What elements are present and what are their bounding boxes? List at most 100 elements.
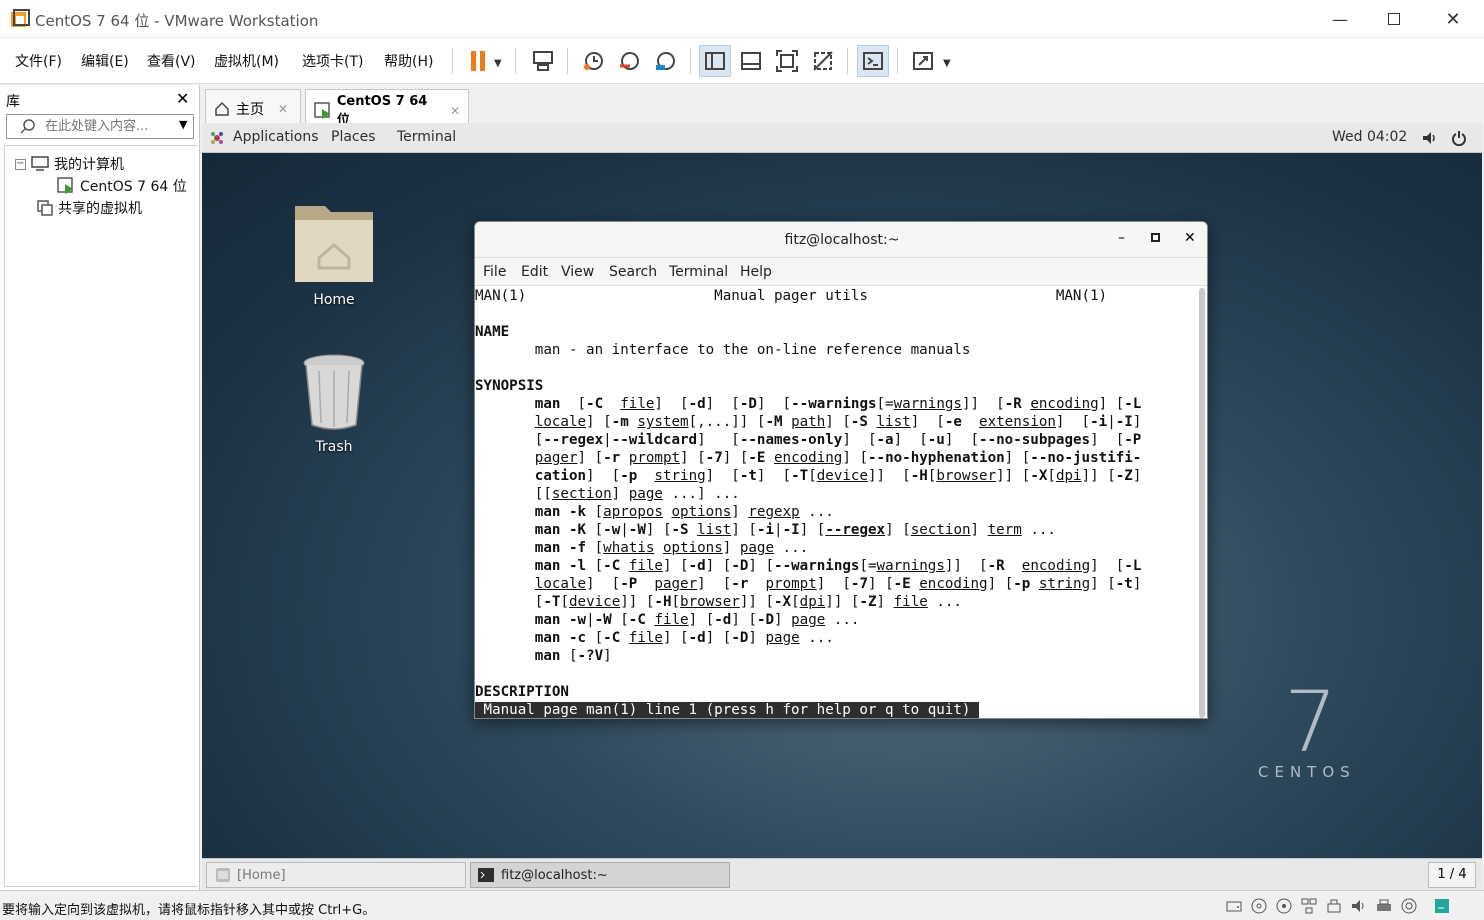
desktop-home-label: Home xyxy=(313,292,355,308)
terminal-window[interactable]: fitz@localhost:~ – ✕ File Edit View Sear… xyxy=(474,221,1208,719)
console-icon xyxy=(863,52,883,70)
search-dropdown-icon[interactable]: ▼ xyxy=(179,118,187,131)
message-log-icon[interactable] xyxy=(1434,898,1450,914)
taskbar-item-terminal[interactable]: fitz@localhost:~ xyxy=(470,862,730,888)
gnome-places-menu[interactable]: Places xyxy=(331,129,376,145)
tab-close-icon[interactable]: ✕ xyxy=(450,104,460,118)
terminal-menu-bar: File Edit View Search Terminal Help xyxy=(475,258,1207,286)
snapshot-manager-icon xyxy=(656,52,675,70)
show-library-button[interactable] xyxy=(699,45,731,77)
snapshot-manager-button[interactable] xyxy=(649,45,681,77)
menu-vm[interactable]: 虚拟机(M) xyxy=(214,51,279,71)
gnome-terminal-menu[interactable]: Terminal xyxy=(397,129,456,145)
tree-label-shared-vms: 共享的虚拟机 xyxy=(58,201,142,217)
library-search-input[interactable] xyxy=(45,117,173,136)
workspace-switcher[interactable]: 1 / 4 xyxy=(1428,862,1476,888)
cd-rom-icon[interactable] xyxy=(1251,898,1267,914)
desktop-home-icon[interactable]: Home xyxy=(284,198,384,308)
library-search-box[interactable]: ▼ xyxy=(6,114,194,139)
gnome-clock[interactable]: Wed 04:02 xyxy=(1332,129,1407,145)
tree-item-shared-vms[interactable]: 共享的虚拟机 xyxy=(37,198,142,218)
tree-item-my-computer[interactable]: − 我的计算机 xyxy=(15,154,124,174)
menu-help[interactable]: 帮助(H) xyxy=(384,51,433,71)
library-close-icon[interactable]: ✕ xyxy=(176,89,189,108)
stretch-guest-button[interactable] xyxy=(907,45,939,77)
snapshot-button[interactable] xyxy=(577,45,609,77)
menu-view[interactable]: 查看(V) xyxy=(147,51,196,71)
search-icon xyxy=(20,119,35,134)
terminal-title: fitz@localhost:~ xyxy=(784,232,900,248)
terminal-minimize-button[interactable]: – xyxy=(1118,230,1125,246)
terminal-menu-edit[interactable]: Edit xyxy=(521,264,548,280)
pause-icon xyxy=(471,51,485,71)
minimize-button[interactable]: — xyxy=(1311,0,1369,38)
tab-home-label: 主页 xyxy=(236,101,264,118)
fullscreen-icon xyxy=(776,50,798,72)
running-vm-icon xyxy=(57,177,73,194)
taskbar-item-home[interactable]: [Home] xyxy=(206,862,466,888)
terminal-icon xyxy=(478,868,494,882)
terminal-menu-view[interactable]: View xyxy=(561,264,594,280)
menu-tabs[interactable]: 选项卡(T) xyxy=(302,51,363,71)
window-title: CentOS 7 64 位 - VMware Workstation xyxy=(35,12,319,30)
gnome-taskbar: [Home] fitz@localhost:~ 1 / 4 xyxy=(202,858,1482,890)
stretch-dropdown-icon[interactable]: ▼ xyxy=(943,58,951,69)
running-vm-icon xyxy=(314,101,330,119)
tree-item-centos-vm[interactable]: CentOS 7 64 位 xyxy=(57,176,187,196)
floppy-icon[interactable] xyxy=(1276,898,1292,914)
suspend-button[interactable] xyxy=(462,45,494,77)
terminal-menu-help[interactable]: Help xyxy=(740,264,772,280)
usb-icon[interactable] xyxy=(1326,898,1342,914)
library-panel: 库 ✕ ▼ − 我的计算机 CentOS 7 64 位 共享的虚拟机 xyxy=(0,85,200,890)
taskbar-terminal-label: fitz@localhost:~ xyxy=(501,867,608,883)
close-button[interactable]: ✕ xyxy=(1424,0,1482,38)
fullscreen-button[interactable] xyxy=(771,45,803,77)
stretch-icon xyxy=(913,52,933,70)
tab-home[interactable]: 主页 ✕ xyxy=(205,89,301,127)
desktop-trash-label: Trash xyxy=(315,439,353,455)
terminal-menu-file[interactable]: File xyxy=(483,264,506,280)
hard-disk-icon[interactable] xyxy=(1226,898,1242,914)
terminal-titlebar[interactable]: fitz@localhost:~ – ✕ xyxy=(475,222,1207,258)
power-icon[interactable] xyxy=(1451,130,1467,146)
send-ctrl-alt-del-button[interactable] xyxy=(527,45,559,77)
terminal-menu-search[interactable]: Search xyxy=(609,264,657,280)
folder-icon xyxy=(295,206,373,282)
sound-card-icon[interactable] xyxy=(1351,898,1367,914)
display-icon[interactable] xyxy=(1401,898,1417,914)
volume-icon[interactable] xyxy=(1422,131,1438,145)
network-adapter-icon[interactable] xyxy=(1301,898,1317,914)
maximize-button[interactable] xyxy=(1365,0,1423,38)
device-tray xyxy=(1226,898,1450,914)
terminal-close-button[interactable]: ✕ xyxy=(1184,230,1196,246)
gnome-applications-menu[interactable]: Applications xyxy=(233,129,319,145)
printer-icon[interactable] xyxy=(1376,898,1392,914)
library-panel-icon xyxy=(705,52,725,70)
home-icon xyxy=(215,101,229,116)
collapse-icon[interactable]: − xyxy=(15,158,26,170)
terminal-output[interactable]: MAN(1) Manual pager utils MAN(1) NAME ma… xyxy=(475,286,1197,718)
terminal-scrollbar[interactable] xyxy=(1199,288,1205,718)
revert-snapshot-button[interactable] xyxy=(613,45,645,77)
console-view-button[interactable] xyxy=(857,45,889,77)
unity-icon xyxy=(813,51,833,71)
trash-icon xyxy=(303,354,365,430)
revert-clock-icon xyxy=(620,52,639,70)
power-dropdown-icon[interactable]: ▼ xyxy=(494,58,502,69)
terminal-maximize-button[interactable] xyxy=(1151,233,1160,242)
tab-close-icon[interactable]: ✕ xyxy=(278,102,288,116)
applications-icon xyxy=(211,132,223,144)
status-message: 要将输入定向到该虚拟机，请将鼠标指针移入其中或按 Ctrl+G。 xyxy=(2,903,376,918)
unity-mode-button[interactable] xyxy=(807,45,839,77)
terminal-menu-terminal[interactable]: Terminal xyxy=(669,264,728,280)
menu-file[interactable]: 文件(F) xyxy=(15,51,62,71)
thumbnail-bar-icon xyxy=(741,52,761,70)
menu-edit[interactable]: 编辑(E) xyxy=(81,51,129,71)
tab-bar: 主页 ✕ CentOS 7 64 位 ✕ xyxy=(201,85,1484,131)
desktop-trash-icon[interactable]: Trash xyxy=(284,353,384,455)
thumbnail-bar-button[interactable] xyxy=(735,45,767,77)
menu-bar: 文件(F) 编辑(E) 查看(V) 虚拟机(M) 选项卡(T) 帮助(H) ▼ … xyxy=(0,38,1484,84)
centos-brand-text: CENTOS xyxy=(1258,763,1356,781)
centos-version-mark: 7 xyxy=(1284,673,1338,771)
shared-vm-icon xyxy=(37,200,53,216)
